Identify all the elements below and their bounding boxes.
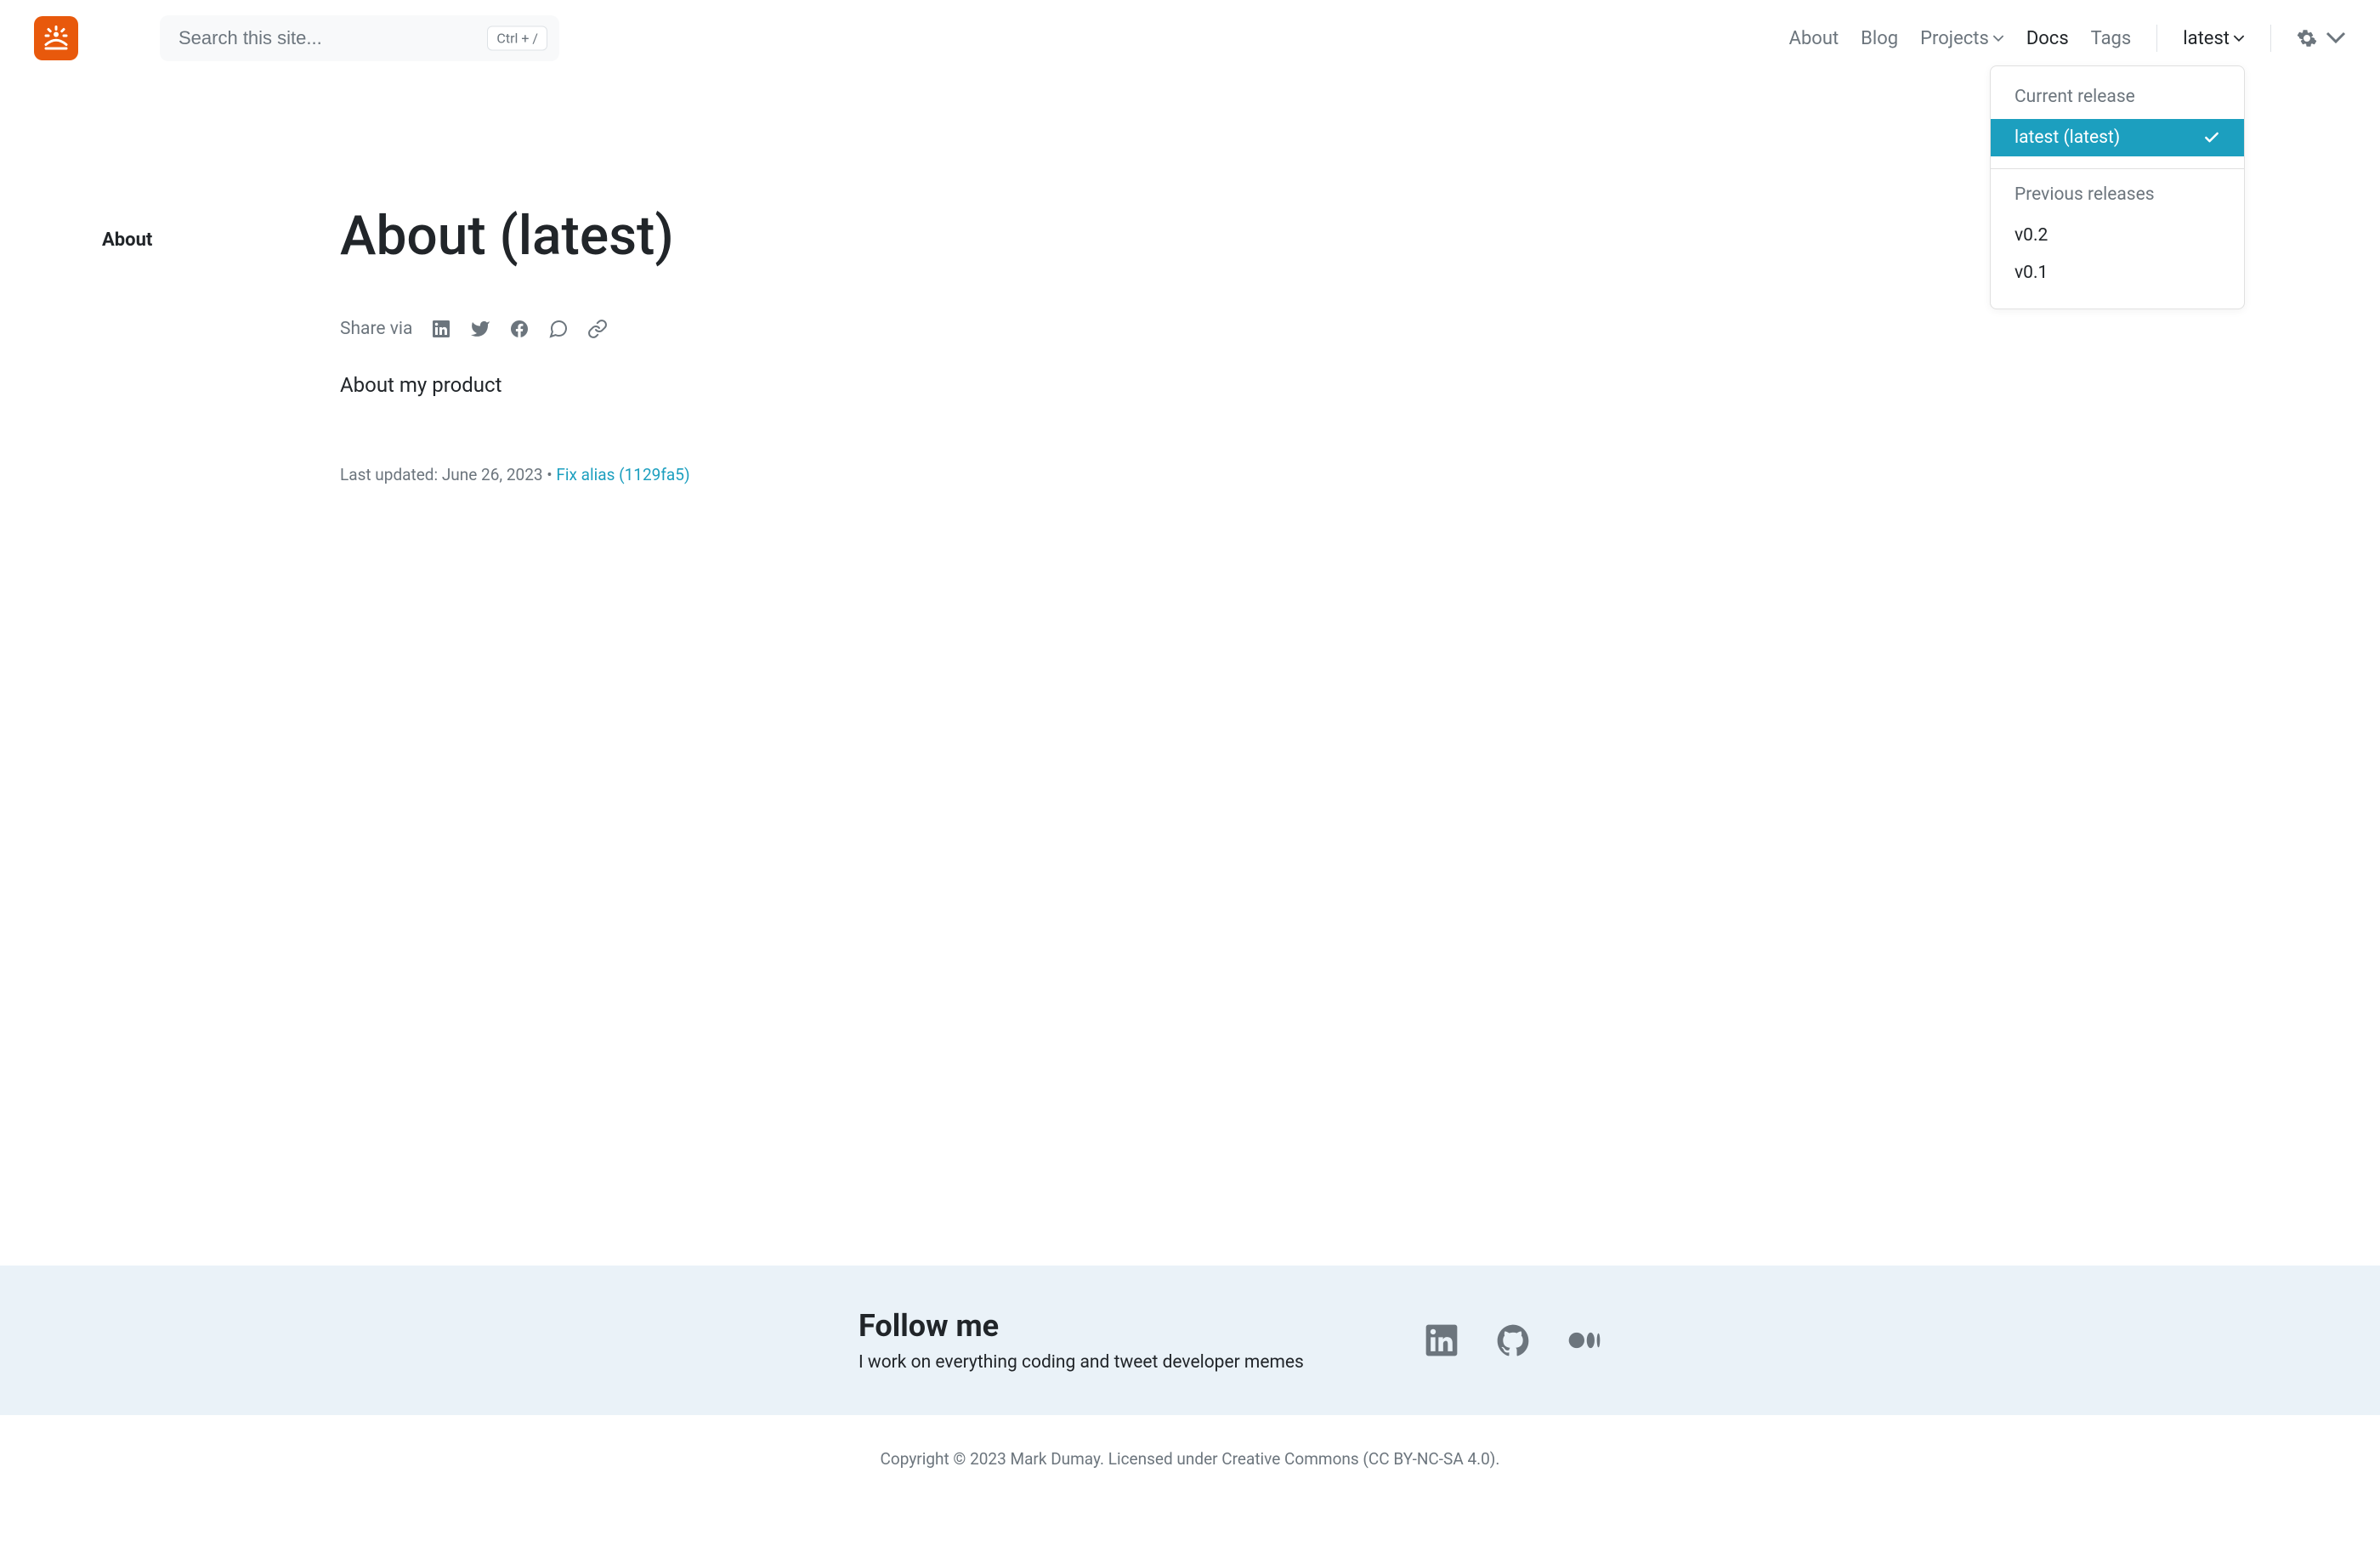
nav-tags[interactable]: Tags bbox=[2091, 28, 2132, 49]
chevron-down-icon bbox=[2233, 35, 2245, 42]
nav-divider bbox=[2156, 25, 2157, 52]
page-title: About (latest) bbox=[340, 204, 690, 268]
commit-link[interactable]: Fix alias (1129fa5) bbox=[556, 465, 689, 484]
version-dropdown: latest Current release latest (latest) P… bbox=[2183, 28, 2245, 49]
navbar: Ctrl + / About Blog Projects Docs Tags l… bbox=[0, 0, 2380, 76]
footer-social bbox=[1423, 1322, 1603, 1359]
footer-follow: Follow me I work on everything coding an… bbox=[0, 1266, 2380, 1415]
linkedin-icon[interactable] bbox=[1423, 1322, 1460, 1359]
link-icon[interactable] bbox=[587, 319, 608, 339]
nav-docs[interactable]: Docs bbox=[2026, 28, 2069, 49]
check-icon bbox=[2203, 129, 2220, 146]
follow-title: Follow me bbox=[858, 1308, 1304, 1344]
version-item-v02[interactable]: v0.2 bbox=[1991, 217, 2244, 254]
gear-icon bbox=[2297, 28, 2317, 48]
last-updated-text: Last updated: June 26, 2023 • bbox=[340, 465, 556, 484]
theme-toggle[interactable] bbox=[2297, 28, 2346, 48]
main-content: About (latest) Share via About my produc… bbox=[340, 76, 690, 1266]
version-item-v01-label: v0.1 bbox=[2014, 263, 2048, 283]
nav-projects-label: Projects bbox=[1920, 28, 1989, 49]
sidebar-item-about[interactable]: About bbox=[102, 229, 340, 251]
share-row: Share via bbox=[340, 319, 690, 339]
chevron-down-icon bbox=[1992, 35, 2004, 42]
version-dropdown-menu: Current release latest (latest) Previous… bbox=[1990, 65, 2245, 309]
logo[interactable] bbox=[34, 16, 78, 60]
linkedin-icon[interactable] bbox=[431, 319, 451, 339]
version-toggle[interactable]: latest bbox=[2183, 28, 2245, 49]
dropdown-header-current: Current release bbox=[1991, 83, 2244, 119]
nav-links: About Blog Projects Docs Tags latest Cur… bbox=[1789, 25, 2346, 52]
version-item-latest-label: latest (latest) bbox=[2014, 127, 2120, 148]
chevron-down-icon bbox=[2326, 28, 2346, 48]
footer-copyright: Copyright © 2023 Mark Dumay. Licensed un… bbox=[0, 1415, 2380, 1503]
search-container: Ctrl + / bbox=[160, 15, 559, 61]
meta-row: Last updated: June 26, 2023 • Fix alias … bbox=[340, 465, 690, 484]
sidebar: About bbox=[34, 76, 340, 1266]
search-shortcut-badge: Ctrl + / bbox=[487, 26, 547, 51]
dropdown-divider bbox=[1991, 168, 2244, 169]
follow-subtitle: I work on everything coding and tweet de… bbox=[858, 1352, 1304, 1373]
version-label: latest bbox=[2183, 28, 2230, 49]
twitter-icon[interactable] bbox=[470, 319, 490, 339]
version-item-v01[interactable]: v0.1 bbox=[1991, 254, 2244, 292]
nav-about[interactable]: About bbox=[1789, 28, 1839, 49]
nav-divider bbox=[2270, 25, 2271, 52]
dropdown-header-previous: Previous releases bbox=[1991, 181, 2244, 217]
share-label: Share via bbox=[340, 319, 412, 339]
nav-projects[interactable]: Projects bbox=[1920, 28, 2004, 49]
version-item-latest[interactable]: latest (latest) bbox=[1991, 119, 2244, 156]
whatsapp-icon[interactable] bbox=[548, 319, 569, 339]
body-text: About my product bbox=[340, 373, 690, 397]
nav-blog[interactable]: Blog bbox=[1861, 28, 1898, 49]
github-icon[interactable] bbox=[1494, 1322, 1532, 1359]
version-item-v02-label: v0.2 bbox=[2014, 225, 2048, 246]
medium-icon[interactable] bbox=[1566, 1322, 1603, 1359]
facebook-icon[interactable] bbox=[509, 319, 530, 339]
